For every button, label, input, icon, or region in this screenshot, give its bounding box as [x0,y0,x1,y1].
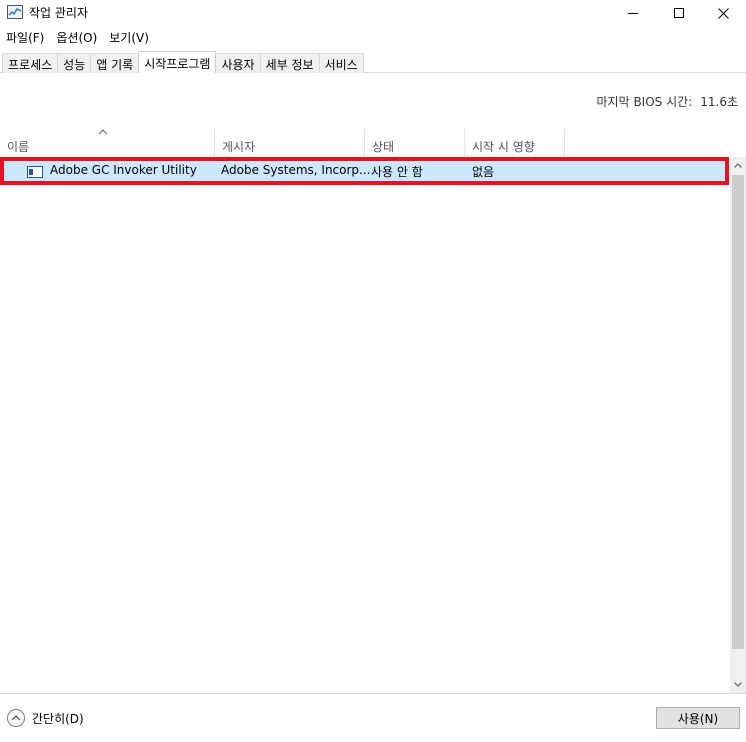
tab-services[interactable]: 서비스 [318,53,364,73]
column-name[interactable]: 이름 [0,129,215,157]
table-row[interactable]: Adobe GC Invoker Utility Adobe Systems, … [0,157,729,185]
footer: 간단히(D) 사용(N) [0,693,746,742]
red-highlight-box [0,157,729,185]
vertical-scrollbar[interactable] [730,157,746,693]
bios-time: 마지막 BIOS 시간: 11.6초 [597,93,738,110]
title-bar: 작업 관리자 [0,0,746,26]
menu-options[interactable]: 옵션(O) [50,27,103,47]
column-header: 이름 게시자 상태 시작 시 영향 [0,129,746,157]
column-startup-impact[interactable]: 시작 시 영향 [465,129,565,157]
menu-view[interactable]: 보기(V) [103,27,155,47]
menu-file[interactable]: 파일(F) [0,27,50,47]
startup-list: Adobe GC Invoker Utility Adobe Systems, … [0,157,730,693]
tab-details[interactable]: 세부 정보 [259,53,320,73]
chevron-up-icon [7,709,25,727]
window-title: 작업 관리자 [29,6,89,20]
scroll-down-icon[interactable] [730,676,746,693]
column-status[interactable]: 상태 [365,129,465,157]
enable-button[interactable]: 사용(N) [656,707,740,729]
scrollbar-thumb[interactable] [732,175,744,649]
tab-startup[interactable]: 시작프로그램 [138,51,217,73]
bios-time-value: 11.6초 [700,95,738,109]
tab-users[interactable]: 사용자 [215,53,261,73]
fewer-details-button[interactable]: 간단히(D) [7,709,84,727]
minimize-button[interactable] [610,0,656,26]
bios-time-label: 마지막 BIOS 시간: [596,95,693,109]
fewer-details-label: 간단히(D) [32,711,84,726]
scroll-up-icon[interactable] [730,157,746,174]
tab-bar: 프로세스 성능 앱 기록 시작프로그램 사용자 세부 정보 서비스 [0,48,746,73]
maximize-button[interactable] [656,0,702,26]
column-publisher[interactable]: 게시자 [215,129,365,157]
tab-performance[interactable]: 성능 [57,53,92,73]
tab-app-history[interactable]: 앱 기록 [90,53,140,73]
close-button[interactable] [700,0,746,26]
menu-bar: 파일(F) 옵션(O) 보기(V) [0,27,746,47]
task-manager-icon [7,5,23,19]
tab-processes[interactable]: 프로세스 [2,53,59,73]
